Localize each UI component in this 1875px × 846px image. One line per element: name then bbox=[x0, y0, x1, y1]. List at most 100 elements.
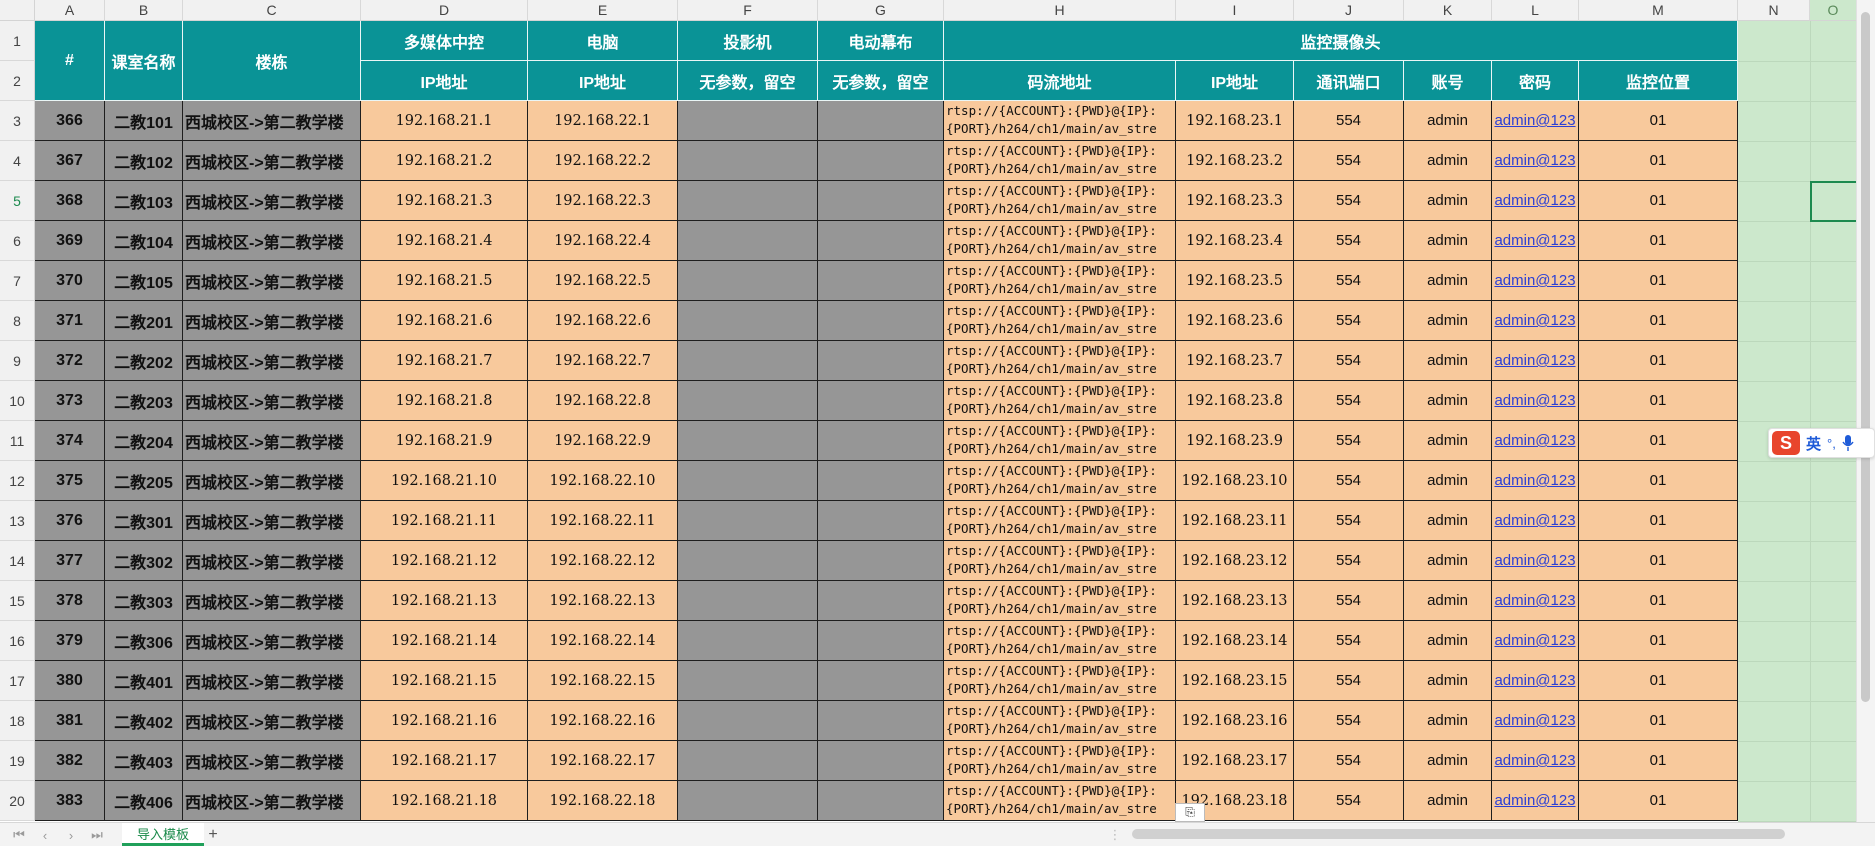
cell-password[interactable]: admin@123 bbox=[1492, 581, 1579, 621]
cell-building[interactable]: 西城校区->第二教学楼 bbox=[183, 781, 361, 821]
cell-id[interactable]: 367 bbox=[35, 141, 105, 181]
password-link[interactable]: admin@123 bbox=[1494, 432, 1575, 449]
header-password[interactable]: 密码 bbox=[1492, 61, 1579, 101]
header-screen-note[interactable]: 无参数，留空 bbox=[818, 61, 944, 101]
cell-pc-ip[interactable]: 192.168.22.4 bbox=[528, 221, 678, 261]
cell-stream-url[interactable]: rtsp://{ACCOUNT}:{PWD}@{IP}: {PORT}/h264/… bbox=[944, 621, 1176, 661]
cell-camera-ip[interactable]: 192.168.23.9 bbox=[1176, 421, 1294, 461]
cell-id[interactable]: 379 bbox=[35, 621, 105, 661]
cell-position[interactable]: 01 bbox=[1579, 101, 1738, 141]
header-pc-ip[interactable]: IP地址 bbox=[528, 61, 678, 101]
cell-room-name[interactable]: 二教403 bbox=[105, 741, 183, 781]
cell-camera-ip[interactable]: 192.168.23.13 bbox=[1176, 581, 1294, 621]
cell-media-ip[interactable]: 192.168.21.1 bbox=[361, 101, 528, 141]
cell-id[interactable]: 377 bbox=[35, 541, 105, 581]
cell-projector-empty[interactable] bbox=[678, 661, 818, 701]
row-header-4[interactable]: 4 bbox=[0, 141, 35, 181]
cell-room-name[interactable]: 二教101 bbox=[105, 101, 183, 141]
cell-media-ip[interactable]: 192.168.21.16 bbox=[361, 701, 528, 741]
column-header-b[interactable]: B bbox=[105, 0, 183, 21]
cell-password[interactable]: admin@123 bbox=[1492, 701, 1579, 741]
cell-position[interactable]: 01 bbox=[1579, 741, 1738, 781]
cell-building[interactable]: 西城校区->第二教学楼 bbox=[183, 261, 361, 301]
cell-pc-ip[interactable]: 192.168.22.2 bbox=[528, 141, 678, 181]
cell-projector-empty[interactable] bbox=[678, 141, 818, 181]
cell-position[interactable]: 01 bbox=[1579, 501, 1738, 541]
cell-port[interactable]: 554 bbox=[1294, 381, 1404, 421]
cell-pc-ip[interactable]: 192.168.22.11 bbox=[528, 501, 678, 541]
row-header-12[interactable]: 12 bbox=[0, 461, 35, 501]
cell-room-name[interactable]: 二教203 bbox=[105, 381, 183, 421]
cell-position[interactable]: 01 bbox=[1579, 541, 1738, 581]
cell-password[interactable]: admin@123 bbox=[1492, 421, 1579, 461]
cell-position[interactable]: 01 bbox=[1579, 181, 1738, 221]
cell-account[interactable]: admin bbox=[1404, 421, 1492, 461]
cell-media-ip[interactable]: 192.168.21.11 bbox=[361, 501, 528, 541]
header-computer[interactable]: 电脑 bbox=[528, 21, 678, 61]
cell-projector-empty[interactable] bbox=[678, 541, 818, 581]
password-link[interactable]: admin@123 bbox=[1494, 552, 1575, 569]
cell-position[interactable]: 01 bbox=[1579, 621, 1738, 661]
row-header-15[interactable]: 15 bbox=[0, 581, 35, 621]
cell-projector-empty[interactable] bbox=[678, 421, 818, 461]
cell-projector-empty[interactable] bbox=[678, 621, 818, 661]
cell-stream-url[interactable]: rtsp://{ACCOUNT}:{PWD}@{IP}: {PORT}/h264/… bbox=[944, 661, 1176, 701]
cell-camera-ip[interactable]: 192.168.23.3 bbox=[1176, 181, 1294, 221]
header-media-ip[interactable]: IP地址 bbox=[361, 61, 528, 101]
cell-stream-url[interactable]: rtsp://{ACCOUNT}:{PWD}@{IP}: {PORT}/h264/… bbox=[944, 141, 1176, 181]
cell-media-ip[interactable]: 192.168.21.12 bbox=[361, 541, 528, 581]
cell-pc-ip[interactable]: 192.168.22.15 bbox=[528, 661, 678, 701]
cell-stream-url[interactable]: rtsp://{ACCOUNT}:{PWD}@{IP}: {PORT}/h264/… bbox=[944, 701, 1176, 741]
cell-stream-url[interactable]: rtsp://{ACCOUNT}:{PWD}@{IP}: {PORT}/h264/… bbox=[944, 541, 1176, 581]
cell-password[interactable]: admin@123 bbox=[1492, 501, 1579, 541]
cell-port[interactable]: 554 bbox=[1294, 461, 1404, 501]
header-hash[interactable]: # bbox=[35, 21, 105, 101]
cell-id[interactable]: 375 bbox=[35, 461, 105, 501]
cell-account[interactable]: admin bbox=[1404, 621, 1492, 661]
cell-camera-ip[interactable]: 192.168.23.17 bbox=[1176, 741, 1294, 781]
cell-password[interactable]: admin@123 bbox=[1492, 661, 1579, 701]
tab-split-handle-icon[interactable]: ⋮ bbox=[1104, 825, 1126, 845]
row-header-7[interactable]: 7 bbox=[0, 261, 35, 301]
cell-building[interactable]: 西城校区->第二教学楼 bbox=[183, 621, 361, 661]
cell-account[interactable]: admin bbox=[1404, 541, 1492, 581]
cell-screen-empty[interactable] bbox=[818, 501, 944, 541]
cell-password[interactable]: admin@123 bbox=[1492, 781, 1579, 821]
cell-projector-empty[interactable] bbox=[678, 261, 818, 301]
column-header-l[interactable]: L bbox=[1492, 0, 1579, 21]
cell-position[interactable]: 01 bbox=[1579, 781, 1738, 821]
cell-pc-ip[interactable]: 192.168.22.13 bbox=[528, 581, 678, 621]
cell-pc-ip[interactable]: 192.168.22.18 bbox=[528, 781, 678, 821]
cell-password[interactable]: admin@123 bbox=[1492, 221, 1579, 261]
cell-stream-url[interactable]: rtsp://{ACCOUNT}:{PWD}@{IP}: {PORT}/h264/… bbox=[944, 381, 1176, 421]
cell-port[interactable]: 554 bbox=[1294, 421, 1404, 461]
vertical-scroll-thumb[interactable] bbox=[1861, 12, 1870, 702]
cell-projector-empty[interactable] bbox=[678, 341, 818, 381]
cell-room-name[interactable]: 二教102 bbox=[105, 141, 183, 181]
cell-media-ip[interactable]: 192.168.21.4 bbox=[361, 221, 528, 261]
cell-media-ip[interactable]: 192.168.21.6 bbox=[361, 301, 528, 341]
cell-building[interactable]: 西城校区->第二教学楼 bbox=[183, 741, 361, 781]
cell-pc-ip[interactable]: 192.168.22.16 bbox=[528, 701, 678, 741]
cell-media-ip[interactable]: 192.168.21.14 bbox=[361, 621, 528, 661]
row-header-13[interactable]: 13 bbox=[0, 501, 35, 541]
cell-room-name[interactable]: 二教103 bbox=[105, 181, 183, 221]
password-link[interactable]: admin@123 bbox=[1494, 232, 1575, 249]
cell-stream-url[interactable]: rtsp://{ACCOUNT}:{PWD}@{IP}: {PORT}/h264/… bbox=[944, 101, 1176, 141]
header-electric-screen[interactable]: 电动幕布 bbox=[818, 21, 944, 61]
password-link[interactable]: admin@123 bbox=[1494, 352, 1575, 369]
cell-media-ip[interactable]: 192.168.21.8 bbox=[361, 381, 528, 421]
ime-punctuation-toggle[interactable]: °, bbox=[1827, 436, 1836, 451]
cell-camera-ip[interactable]: 192.168.23.7 bbox=[1176, 341, 1294, 381]
cell-stream-url[interactable]: rtsp://{ACCOUNT}:{PWD}@{IP}: {PORT}/h264/… bbox=[944, 781, 1176, 821]
cell-media-ip[interactable]: 192.168.21.17 bbox=[361, 741, 528, 781]
cell-screen-empty[interactable] bbox=[818, 781, 944, 821]
cell-password[interactable]: admin@123 bbox=[1492, 741, 1579, 781]
header-projector-note[interactable]: 无参数，留空 bbox=[678, 61, 818, 101]
cell-id[interactable]: 376 bbox=[35, 501, 105, 541]
column-header-m[interactable]: M bbox=[1579, 0, 1738, 21]
cell-screen-empty[interactable] bbox=[818, 141, 944, 181]
cell-port[interactable]: 554 bbox=[1294, 261, 1404, 301]
cell-account[interactable]: admin bbox=[1404, 461, 1492, 501]
cell-id[interactable]: 372 bbox=[35, 341, 105, 381]
